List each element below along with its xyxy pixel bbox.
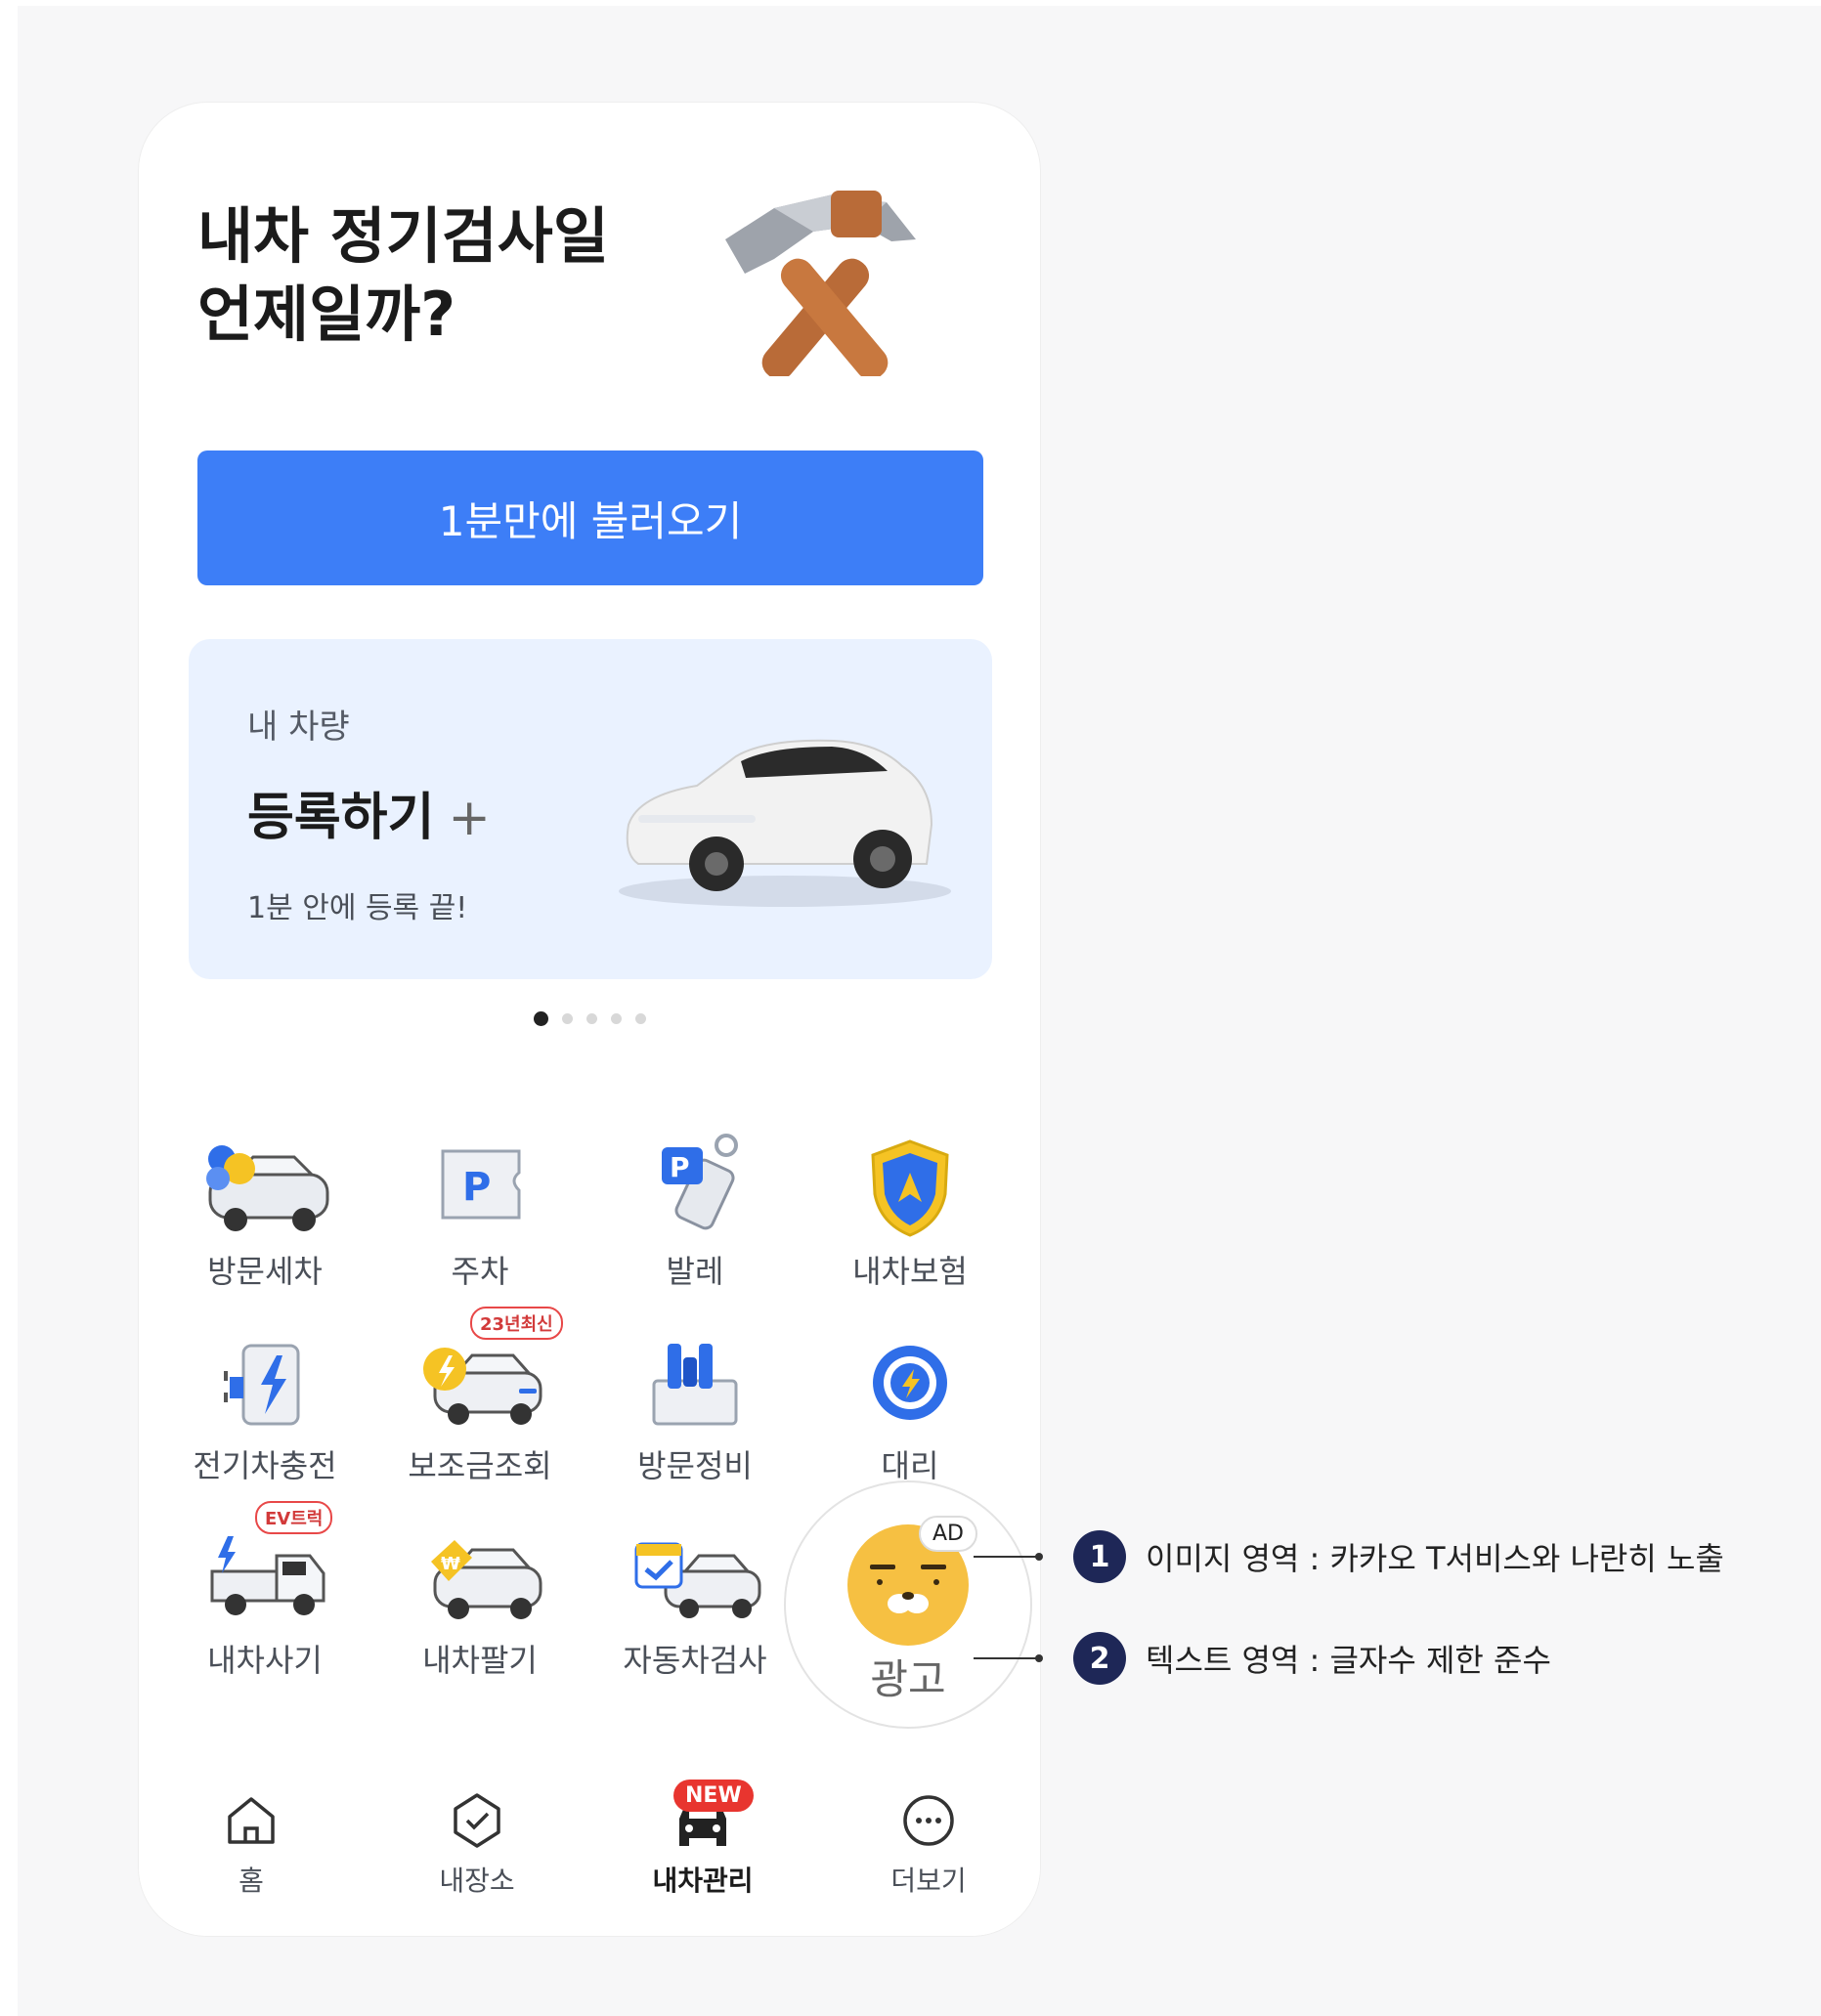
new-badge: NEW	[673, 1780, 754, 1812]
steering-wheel-icon	[873, 1346, 947, 1420]
service-visit-maintenance[interactable]: 방문정비	[587, 1328, 802, 1486]
title-line-1: 내차 정기검사일	[197, 200, 609, 272]
annotation-text: 이미지 영역 : 카카오 T서비스와 나란히 노출	[1146, 1540, 1724, 1577]
insurance-shield-icon	[871, 1139, 949, 1237]
carousel-dot[interactable]	[585, 1013, 597, 1024]
car-inspection-icon	[634, 1542, 761, 1618]
page-title: 내차 정기검사일 언제일까?	[197, 197, 609, 354]
register-car-card[interactable]: 내 차량 등록하기 + 1분 안에 등록 끝!	[189, 639, 992, 979]
canvas: 내차 정기검사일 언제일까? 1분만에 불러오기 내 차량 등록하기 + 1분 안…	[18, 6, 1821, 2016]
carousel-dot[interactable]	[561, 1013, 573, 1024]
ev-charger-icon	[224, 1344, 300, 1426]
service-designated-driver[interactable]: 대리	[802, 1328, 1018, 1486]
annotation-number: 1	[1073, 1530, 1126, 1583]
svg-text:P: P	[462, 1165, 491, 1210]
subsidy-car-icon	[423, 1348, 542, 1425]
bottom-tab-bar: 홈 내장소 NEW 내차관리 더보기	[139, 1754, 1040, 1936]
carousel-dot[interactable]	[533, 1011, 548, 1026]
shield-check-icon	[454, 1793, 500, 1848]
service-car-inspection[interactable]: 자동차검사	[587, 1523, 802, 1681]
valet-parking-icon: P	[662, 1134, 738, 1230]
car-wash-icon	[206, 1145, 329, 1231]
carousel-dot[interactable]	[634, 1013, 646, 1024]
ad-tag: AD	[919, 1516, 977, 1552]
tab-my-car[interactable]: NEW 내차관리	[615, 1780, 791, 1899]
tab-more[interactable]: 더보기	[841, 1789, 1017, 1899]
tab-home[interactable]: 홈	[163, 1789, 339, 1899]
annotation-text: 텍스트 영역 : 글자수 제한 준수	[1146, 1642, 1551, 1679]
service-label: 전기차충전	[193, 1447, 337, 1484]
register-action[interactable]: 등록하기 +	[247, 776, 491, 849]
tab-label: 더보기	[890, 1865, 967, 1897]
service-parking[interactable]: P 주차	[372, 1134, 587, 1292]
phone-screen: 내차 정기검사일 언제일까? 1분만에 불러오기 내 차량 등록하기 + 1분 안…	[139, 103, 1040, 1936]
load-inspection-date-button[interactable]: 1분만에 불러오기	[197, 450, 983, 585]
service-car-wash[interactable]: 방문세차	[157, 1134, 372, 1292]
annotation-image-area: 1 이미지 영역 : 카카오 T서비스와 나란히 노출	[974, 1530, 1724, 1583]
annotation-number: 2	[1073, 1632, 1126, 1685]
callout-line	[974, 1553, 1043, 1561]
service-label: 자동차검사	[623, 1642, 767, 1679]
tab-label: 홈	[238, 1865, 264, 1897]
tab-label: 내장소	[439, 1865, 515, 1897]
new-badge: EV트럭	[255, 1501, 333, 1534]
new-badge: 23년최신	[470, 1307, 563, 1340]
more-icon	[903, 1795, 954, 1846]
title-line-2: 언제일까?	[197, 279, 456, 350]
ad-slot[interactable]: AD 광고	[784, 1480, 1032, 1729]
sell-car-icon: ₩	[431, 1540, 542, 1619]
plus-icon: +	[448, 789, 491, 847]
service-label: 내차보험	[852, 1253, 968, 1290]
service-insurance[interactable]: 내차보험	[802, 1134, 1018, 1292]
home-icon	[228, 1797, 275, 1844]
service-label: 주차	[451, 1253, 509, 1290]
svg-text:P: P	[670, 1151, 690, 1183]
tab-my-places[interactable]: 내장소	[389, 1789, 565, 1899]
annotation-text-area: 2 텍스트 영역 : 글자수 제한 준수	[974, 1632, 1551, 1685]
card-label: 내 차량	[247, 708, 350, 747]
service-label: 보조금조회	[408, 1447, 552, 1484]
register-action-label: 등록하기	[247, 789, 435, 847]
maintenance-toolbox-icon	[652, 1344, 738, 1426]
tab-label: 내차관리	[652, 1865, 754, 1897]
service-valet[interactable]: P 발레	[587, 1134, 802, 1292]
service-label: 방문세차	[207, 1253, 323, 1290]
callout-line	[974, 1654, 1043, 1662]
service-ev-charging[interactable]: 전기차충전	[157, 1328, 372, 1486]
service-subsidy[interactable]: 23년최신 보조금조회	[372, 1307, 587, 1486]
carousel-dot[interactable]	[610, 1013, 622, 1024]
service-sell-car[interactable]: ₩ 내차팔기	[372, 1523, 587, 1681]
service-buy-car[interactable]: EV트럭 내차사기	[157, 1501, 372, 1681]
service-label: 내차팔기	[422, 1642, 538, 1679]
white-car-image	[619, 739, 951, 907]
hammer-wrench-icon	[725, 191, 916, 376]
service-label: 방문정비	[637, 1447, 753, 1484]
service-label: 내차사기	[207, 1642, 323, 1679]
parking-icon: P	[441, 1149, 521, 1220]
svg-text:₩: ₩	[441, 1554, 460, 1574]
service-label: 발레	[666, 1253, 724, 1290]
card-subtitle: 1분 안에 등록 끝!	[247, 891, 468, 925]
buy-truck-icon	[210, 1536, 325, 1615]
carousel-indicator	[139, 1011, 1040, 1026]
